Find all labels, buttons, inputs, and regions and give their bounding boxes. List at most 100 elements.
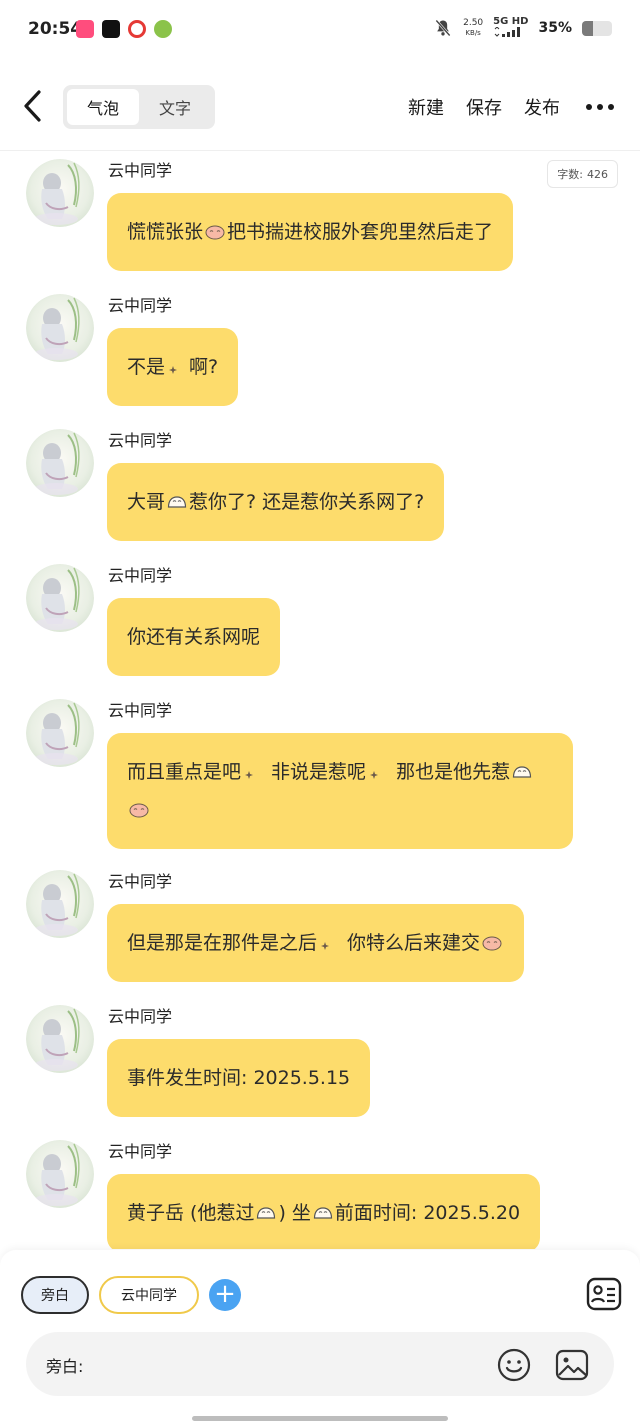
- status-right: 2.50 KB/s 5G HD 35%: [433, 16, 612, 40]
- capcut-icon: [102, 20, 120, 38]
- message-text: 但是那是在那件是之后: [127, 932, 318, 954]
- message-bubble[interactable]: 不是 啊?: [107, 328, 239, 406]
- emoji-icon[interactable]: [496, 1347, 532, 1383]
- net-speed: 2.50 KB/s: [463, 18, 483, 38]
- battery-icon: [582, 20, 612, 36]
- narrator-role-chip[interactable]: 旁白: [21, 1276, 89, 1314]
- face-emoji-icon: [482, 936, 502, 951]
- message-text: 黄子岳 (他惹过: [127, 1202, 255, 1224]
- message-text: 那也是他先惹: [390, 761, 511, 783]
- message-bubble[interactable]: 大哥 惹你了? 还是惹你关系网了?: [107, 463, 445, 541]
- word-count-label: 字数:: [557, 168, 583, 181]
- browser-icon: [154, 20, 172, 38]
- avatar-illustration: [26, 1140, 94, 1208]
- record-app-icon: [128, 20, 146, 38]
- message-text: 非说是惹呢: [265, 761, 367, 783]
- avatar-illustration: [26, 1005, 94, 1073]
- contact-card-icon[interactable]: [586, 1276, 622, 1312]
- composer-panel: 旁白 云中同学 + 旁白:: [0, 1250, 640, 1423]
- hand-emoji-icon: [167, 496, 187, 508]
- net-speed-unit: KB/s: [465, 29, 481, 37]
- battery-percent: 35%: [538, 20, 572, 36]
- avatar[interactable]: [26, 429, 94, 497]
- network-indicator: 5G HD: [493, 16, 528, 40]
- add-role-button[interactable]: +: [209, 1279, 241, 1311]
- status-app-icons: [76, 20, 172, 38]
- mode-segmented-control: 气泡 文字: [63, 85, 215, 129]
- message-text: 事件发生时间: 2025.5.15: [127, 1067, 351, 1089]
- tab-bubble[interactable]: 气泡: [67, 89, 139, 125]
- avatar[interactable]: [26, 564, 94, 632]
- avatar-illustration: [26, 294, 94, 362]
- sparkle-emoji-icon: [245, 771, 254, 779]
- hand-emoji-icon: [257, 1207, 276, 1219]
- hand-emoji-icon: [513, 766, 532, 778]
- message-text: 不是: [127, 356, 166, 378]
- image-icon[interactable]: [554, 1347, 590, 1383]
- message-text: 慌慌张张: [127, 221, 204, 243]
- new-button[interactable]: 新建: [408, 94, 444, 120]
- role-selector: 旁白 云中同学 +: [21, 1276, 241, 1314]
- message-bubble[interactable]: 但是那是在那件是之后 你特么后来建交: [107, 904, 525, 982]
- avatar-illustration: [26, 159, 94, 227]
- word-count-value: 426: [587, 167, 608, 181]
- avatar[interactable]: [26, 1140, 94, 1208]
- status-time: 20:54: [28, 19, 83, 39]
- home-indicator[interactable]: [192, 1416, 448, 1421]
- avatar[interactable]: [26, 870, 94, 938]
- message-bubble[interactable]: 事件发生时间: 2025.5.15: [107, 1039, 371, 1117]
- message-text: 把书揣进校服外套兜里然后走了: [227, 221, 494, 243]
- network-label: 5G HD: [493, 16, 529, 27]
- hand-emoji-icon: [313, 1207, 333, 1219]
- sender-name: 云中同学: [108, 1007, 173, 1026]
- sender-name: 云中同学: [108, 872, 173, 891]
- mute-bell-icon: [435, 19, 451, 37]
- avatar[interactable]: [26, 699, 94, 767]
- face-emoji-icon: [129, 803, 149, 818]
- word-count-badge: 字数: 426: [547, 160, 618, 188]
- editor-header: 气泡 文字 新建 保存 发布: [0, 72, 640, 144]
- message-text: ) 坐: [278, 1202, 311, 1224]
- battery-fill: [582, 20, 593, 36]
- sender-name: 云中同学: [108, 701, 173, 720]
- avatar[interactable]: [26, 294, 94, 362]
- message-text: 惹你了? 还是惹你关系网了?: [189, 491, 425, 513]
- message-text: 前面时间: 2025.5.20: [334, 1202, 521, 1224]
- message-text: 你还有关系网呢: [127, 626, 261, 648]
- avatar[interactable]: [26, 1005, 94, 1073]
- sender-name: 云中同学: [108, 296, 173, 315]
- message-input[interactable]: 旁白:: [26, 1332, 614, 1396]
- sender-name: 云中同学: [108, 161, 173, 180]
- net-speed-value: 2.50: [463, 18, 484, 28]
- back-arrow-icon[interactable]: [18, 86, 48, 126]
- more-options-icon[interactable]: [586, 104, 614, 110]
- character-role-chip[interactable]: 云中同学: [99, 1276, 199, 1314]
- sender-name: 云中同学: [108, 566, 173, 585]
- message-text: 啊?: [189, 356, 219, 378]
- avatar[interactable]: [26, 159, 94, 227]
- sparkle-emoji-icon: [169, 366, 178, 374]
- status-bar: 20:54 2.50 KB/s 5G HD 35%: [0, 0, 640, 60]
- face-emoji-icon: [205, 225, 225, 240]
- input-role-label: 旁白:: [46, 1357, 84, 1376]
- avatar-illustration: [26, 429, 94, 497]
- publish-button[interactable]: 发布: [524, 94, 560, 120]
- save-button[interactable]: 保存: [466, 94, 502, 120]
- sparkle-emoji-icon: [370, 771, 379, 779]
- chat-area[interactable]: 字数: 426 云中同学 慌慌张张 把书揣进校服外套兜里然后走了 云中同学 不是 啊? 云中…: [0, 151, 640, 1249]
- sender-name: 云中同学: [108, 431, 173, 450]
- sender-name: 云中同学: [108, 1142, 173, 1161]
- message-bubble[interactable]: 慌慌张张 把书揣进校服外套兜里然后走了: [107, 193, 514, 271]
- message-bubble[interactable]: 你还有关系网呢: [107, 598, 281, 676]
- message-text: 而且重点是吧: [127, 761, 242, 783]
- avatar-illustration: [26, 699, 94, 767]
- avatar-illustration: [26, 870, 94, 938]
- avatar-illustration: [26, 564, 94, 632]
- video-app-icon: [76, 20, 94, 38]
- tab-text[interactable]: 文字: [139, 89, 211, 125]
- header-actions: 新建 保存 发布: [408, 94, 614, 120]
- message-bubble[interactable]: 黄子岳 (他惹过 ) 坐 前面时间: 2025.5.20: [107, 1174, 541, 1249]
- sparkle-emoji-icon: [321, 942, 330, 950]
- message-bubble[interactable]: 而且重点是吧 非说是惹呢 那也是他先惹: [107, 733, 573, 849]
- message-text: 你特么后来建交: [341, 932, 481, 954]
